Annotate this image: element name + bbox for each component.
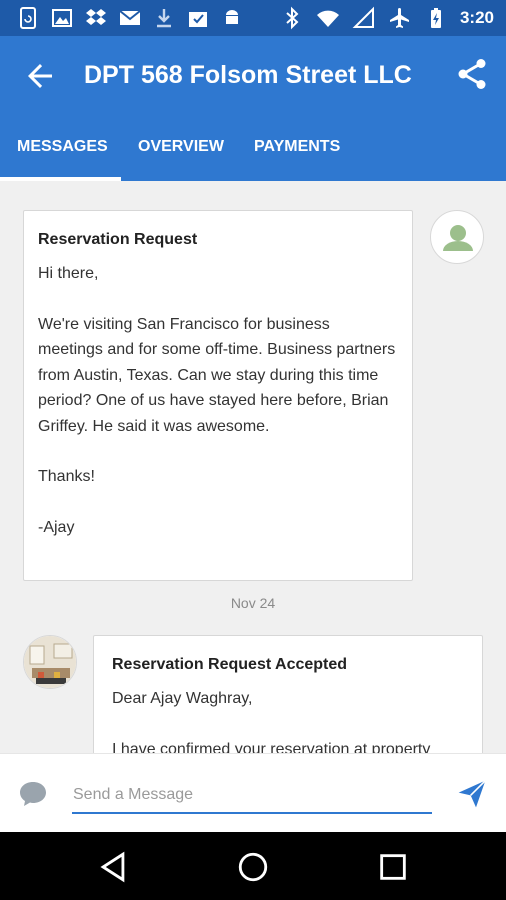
tab-bar: MESSAGES OVERVIEW PAYMENTS bbox=[0, 128, 506, 181]
wifi-icon bbox=[316, 10, 339, 27]
property-photo-icon bbox=[24, 636, 76, 688]
message-input[interactable] bbox=[72, 778, 432, 814]
message-body: Dear Ajay Waghray, I have confirmed your… bbox=[112, 686, 464, 753]
message-title: Reservation Request bbox=[38, 231, 198, 248]
message-body: Hi there, We're visiting San Francisco f… bbox=[38, 261, 398, 540]
dropbox-icon bbox=[86, 9, 106, 25]
battery-charging-icon bbox=[430, 8, 441, 28]
message-paragraph: We're visiting San Francisco for busines… bbox=[38, 315, 396, 435]
person-placeholder-icon bbox=[443, 225, 473, 251]
clock-time: 3:20 bbox=[459, 8, 494, 27]
message-bubble: Reservation Request Hi there, We're visi… bbox=[23, 210, 413, 581]
image-icon bbox=[52, 9, 72, 27]
message-paragraph: I have confirmed your reservation at pro… bbox=[112, 740, 431, 754]
signal-icon bbox=[352, 6, 374, 28]
tab-overview[interactable]: OVERVIEW bbox=[138, 138, 224, 181]
share-icon[interactable] bbox=[454, 56, 490, 92]
host-avatar[interactable] bbox=[23, 635, 77, 689]
status-bar: 3:20 bbox=[0, 0, 506, 36]
home-circle-icon[interactable] bbox=[236, 850, 270, 884]
message-paragraph: Dear Ajay Waghray, bbox=[112, 690, 253, 707]
android-icon bbox=[226, 10, 238, 24]
inbox-check-icon bbox=[189, 12, 207, 27]
tab-messages[interactable]: MESSAGES bbox=[17, 138, 108, 181]
airplane-icon bbox=[389, 8, 409, 28]
navigation-bar bbox=[0, 832, 506, 900]
guest-avatar[interactable] bbox=[430, 210, 484, 264]
back-triangle-icon[interactable] bbox=[96, 850, 130, 884]
date-separator: Nov 24 bbox=[230, 595, 276, 611]
message-title: Reservation Request Accepted bbox=[112, 656, 348, 673]
message-paragraph: -Ajay bbox=[38, 518, 75, 536]
phone-sync-icon bbox=[20, 7, 36, 29]
recents-square-icon[interactable] bbox=[376, 850, 410, 884]
chat-bubble-icon bbox=[20, 782, 46, 806]
download-icon bbox=[157, 9, 171, 28]
arrow-back-icon[interactable] bbox=[22, 58, 58, 94]
page-title: DPT 568 Folsom Street LLC bbox=[84, 61, 412, 89]
app-bar: DPT 568 Folsom Street LLC MESSAGES OVERV… bbox=[0, 36, 506, 181]
bluetooth-icon bbox=[286, 6, 299, 30]
message-bubble: Reservation Request Accepted Dear Ajay W… bbox=[93, 635, 483, 753]
message-thread[interactable]: Reservation Request Hi there, We're visi… bbox=[0, 181, 506, 753]
gmail-icon bbox=[119, 10, 141, 25]
tab-payments[interactable]: PAYMENTS bbox=[254, 138, 340, 181]
message-paragraph: Hi there, bbox=[38, 265, 99, 282]
message-composer bbox=[0, 753, 506, 832]
message-paragraph: Thanks! bbox=[38, 468, 95, 485]
send-icon[interactable] bbox=[456, 778, 488, 810]
